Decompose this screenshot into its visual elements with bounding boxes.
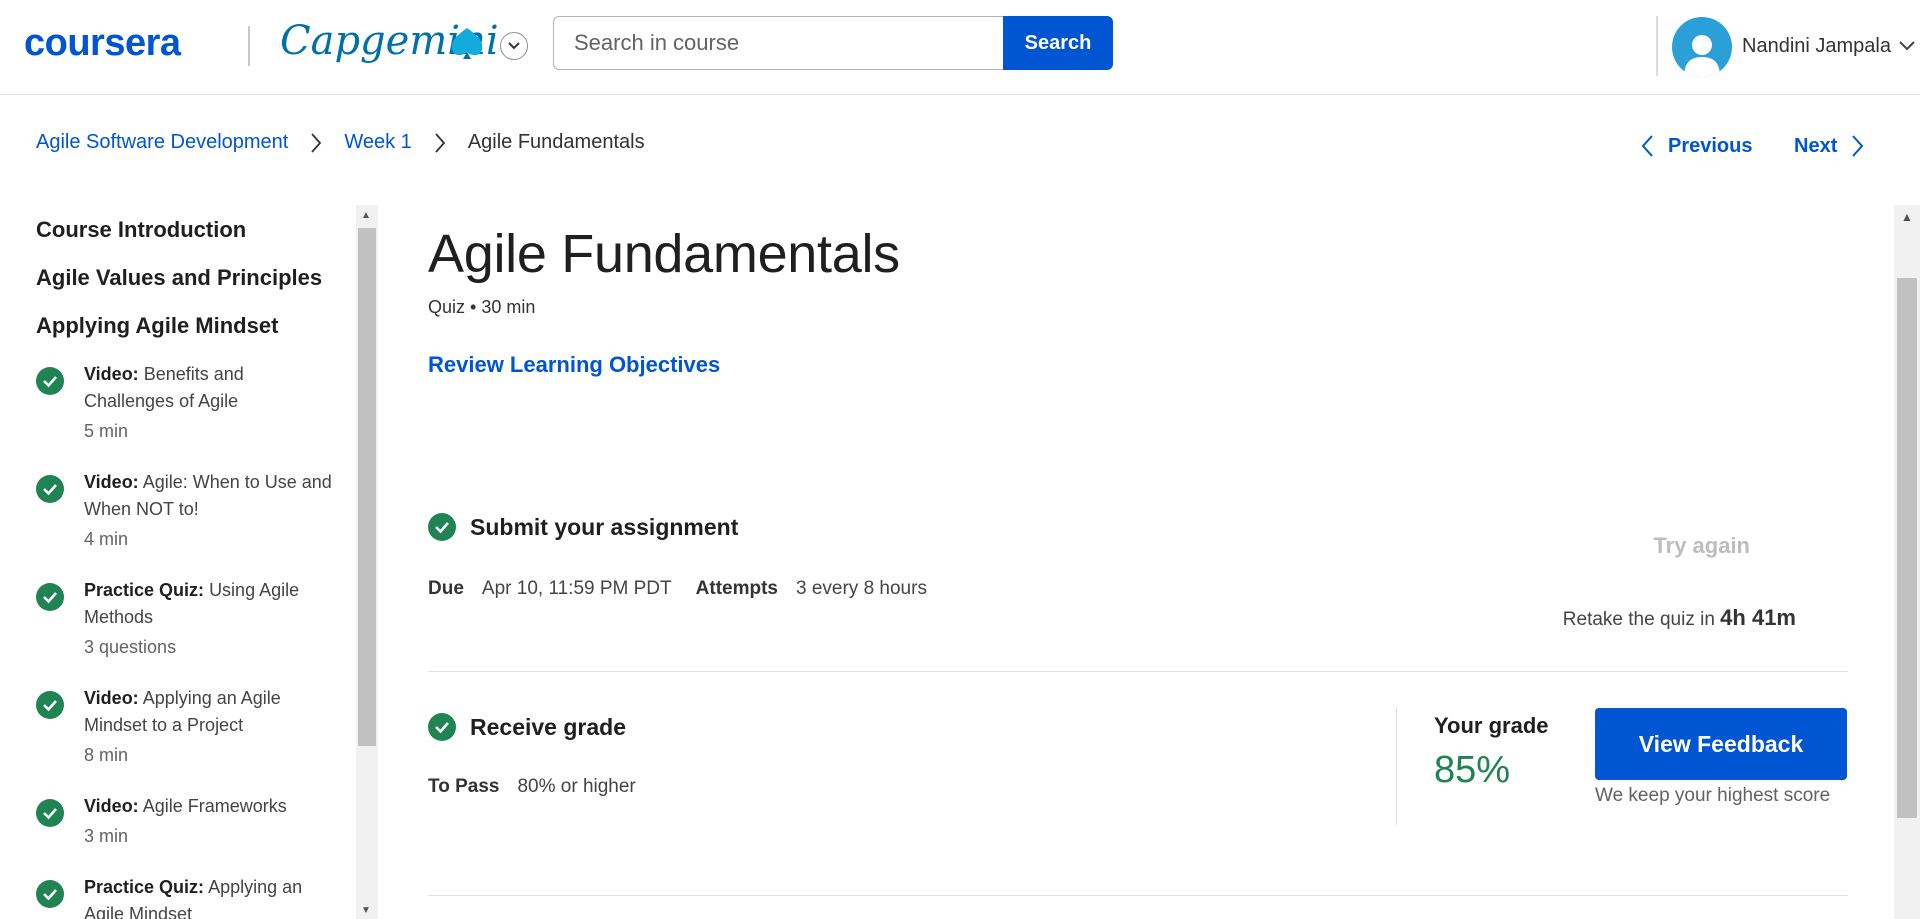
item-kind: Video: [84,688,139,708]
grade-divider [1396,707,1397,825]
next-label: Next [1794,134,1838,157]
check-circle-icon [36,583,64,611]
previous-label: Previous [1668,134,1753,157]
course-search-input[interactable] [553,16,1003,70]
item-kind: Video: [84,472,139,492]
item-kind: Practice Quiz: [84,580,205,600]
retake-time: 4h 41m [1720,605,1796,630]
scroll-up-arrow-icon[interactable]: ▲ [361,210,371,221]
receive-grade-text: Receive grade [470,713,626,740]
submit-assignment-heading: Submit your assignment [428,513,738,541]
chevron-right-icon [434,132,446,154]
item-kind: Video: [84,796,139,816]
view-feedback-button[interactable]: View Feedback [1595,708,1847,780]
chevron-right-icon [1852,135,1864,157]
partner-menu-toggle[interactable] [500,32,528,60]
capgemini-spade-icon [451,28,483,59]
breadcrumb-course-link[interactable]: Agile Software Development [36,131,288,154]
check-circle-icon [428,713,456,741]
item-kind: Practice Quiz: [84,877,205,897]
section-divider [428,671,1848,672]
item-meta: 3 questions [84,637,177,657]
user-menu-chevron-icon[interactable] [1898,40,1916,52]
header-divider [1656,16,1658,76]
main-scrollbar-thumb[interactable] [1897,278,1917,818]
breadcrumb-current: Agile Fundamentals [467,131,645,153]
due-value: Apr 10, 11:59 PM PDT [481,578,672,599]
item-meta: 5 min [84,421,129,441]
page-title: Agile Fundamentals [428,224,900,284]
search-button[interactable]: Search [1003,16,1113,70]
attempts-label: Attempts [695,578,778,599]
breadcrumb-week-link[interactable]: Week 1 [344,131,411,154]
check-circle-icon [36,880,64,908]
your-grade-value: 85% [1434,749,1511,791]
due-label: Due [428,578,464,599]
item-title: Agile Frameworks [142,796,287,816]
scroll-up-arrow-icon[interactable]: ▲ [1901,210,1913,224]
avatar[interactable] [1672,17,1732,77]
chevron-down-icon [508,42,520,50]
section-divider [428,895,1848,896]
to-pass-value: 80% or higher [517,776,636,797]
course-sidebar: Course Introduction Agile Values and Pri… [0,205,378,919]
receive-grade-heading: Receive grade [428,713,626,741]
to-pass-label: To Pass [428,776,500,797]
logo-divider [248,26,250,66]
chevron-right-icon [310,132,322,154]
retake-prefix: Retake the quiz in [1562,609,1715,630]
quiz-meta: Quiz • 30 min [428,297,536,317]
check-circle-icon [36,475,64,503]
highest-score-note: We keep your highest score [1595,785,1831,806]
next-button[interactable]: Next [1794,134,1865,158]
review-learning-objectives-link[interactable]: Review Learning Objectives [428,352,720,378]
user-icon [1684,35,1720,77]
try-again-button[interactable]: Try again [1653,533,1750,559]
attempts-value: 3 every 8 hours [795,578,927,599]
user-name[interactable]: Nandini Jampala [1742,35,1891,58]
check-circle-icon [36,367,64,395]
due-attempts-row: Due Apr 10, 11:59 PM PDT Attempts 3 ever… [428,578,927,600]
sidebar-scrollbar-thumb[interactable] [358,228,376,746]
retake-countdown: Retake the quiz in 4h 41m [1563,605,1796,631]
coursera-logo[interactable]: coursera [24,22,181,65]
check-circle-icon [36,799,64,827]
chevron-left-icon [1641,135,1653,157]
sidebar-section-agile-values[interactable]: Agile Values and Principles [36,265,322,291]
item-meta: 8 min [84,745,129,765]
sidebar-section-course-introduction[interactable]: Course Introduction [36,217,246,243]
item-meta: 4 min [84,529,129,549]
to-pass-row: To Pass 80% or higher [428,776,636,798]
check-circle-icon [428,513,456,541]
sidebar-section-applying-agile-mindset[interactable]: Applying Agile Mindset [36,313,278,339]
breadcrumb: Agile Software Development Week 1 Agile … [36,131,645,154]
check-circle-icon [36,691,64,719]
submit-heading-text: Submit your assignment [470,513,739,540]
scroll-down-arrow-icon[interactable]: ▼ [361,905,371,916]
main-content: Agile Fundamentals Quiz • 30 min Review … [378,205,1894,919]
item-meta: 3 min [84,826,129,846]
previous-button[interactable]: Previous [1640,134,1752,158]
item-kind: Video: [84,364,139,384]
top-header: coursera Capgemini Search Nandini Jampal… [0,0,1920,95]
your-grade-label: Your grade [1434,713,1549,738]
